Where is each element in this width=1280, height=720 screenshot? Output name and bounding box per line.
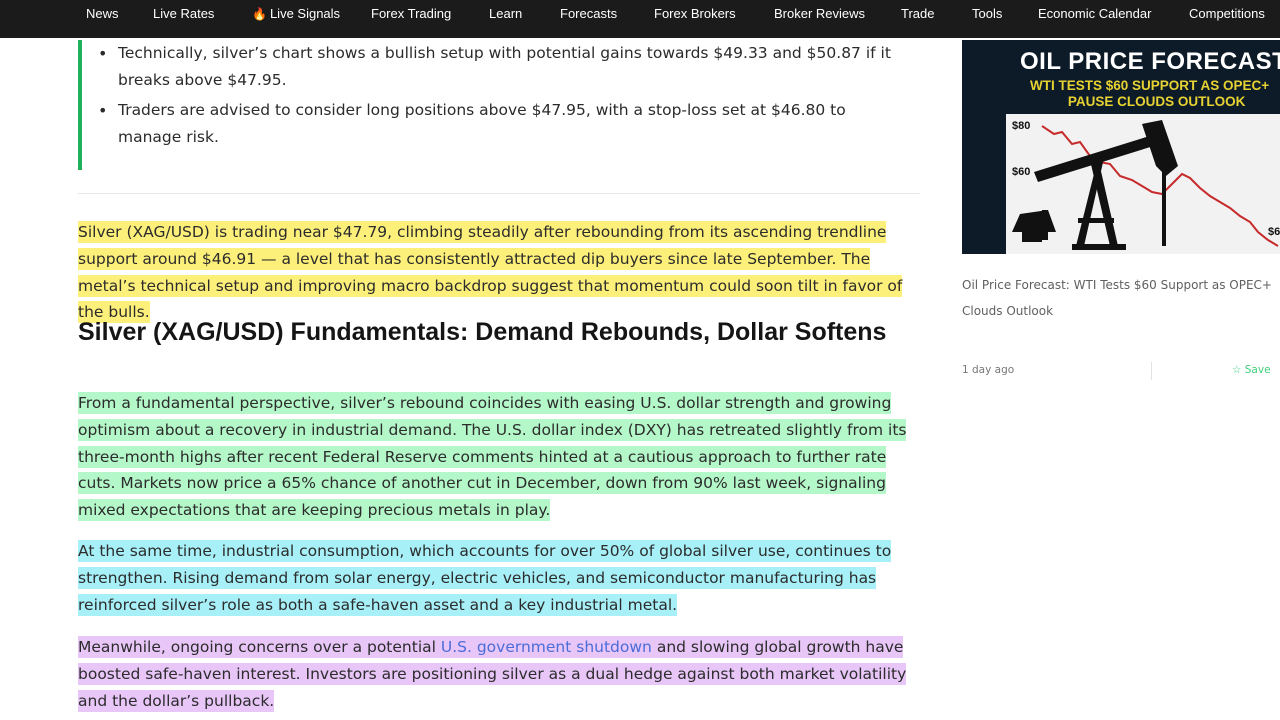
key-takeaways-box: Technically, silver’s chart shows a bull… bbox=[78, 40, 918, 170]
article-intro-paragraph: Silver (XAG/USD) is trading near $47.79,… bbox=[78, 219, 918, 326]
nav-item-forex-brokers[interactable]: Forex Brokers bbox=[654, 0, 736, 28]
nav-item-news[interactable]: News bbox=[86, 0, 119, 28]
takeaway-bullet: Technically, silver’s chart shows a bull… bbox=[96, 40, 906, 94]
oil-chart-image: $80 $60 $6 bbox=[1006, 114, 1280, 254]
paragraph-highlight: At the same time, industrial consumption… bbox=[78, 540, 892, 616]
takeaway-bullet: Traders are advised to consider long pos… bbox=[96, 97, 906, 151]
promo-subtitle-line: PAUSE CLOUDS OUTLOOK bbox=[1067, 94, 1246, 109]
promo-subtitle: WTI TESTS $60 SUPPORT AS OPEC+ PAUSE CLO… bbox=[1030, 78, 1269, 110]
star-icon: ☆ bbox=[1232, 364, 1242, 376]
promo-subtitle-line: WTI TESTS $60 SUPPORT AS OPEC+ bbox=[1030, 78, 1270, 93]
nav-item-live-signals[interactable]: 🔥 Live Signals bbox=[252, 0, 340, 28]
fire-icon: 🔥 bbox=[252, 7, 267, 21]
related-article-meta: 1 day ago ☆ Save bbox=[962, 362, 1280, 382]
paragraph-text: Meanwhile, ongoing concerns over a poten… bbox=[78, 638, 441, 656]
nav-item-competitions[interactable]: Competitions bbox=[1189, 0, 1265, 28]
nav-item-broker-reviews[interactable]: Broker Reviews bbox=[774, 0, 865, 28]
paragraph-highlight: From a fundamental perspective, silver’s… bbox=[78, 392, 907, 522]
nav-item-forex-trading[interactable]: Forex Trading bbox=[371, 0, 451, 28]
government-shutdown-link[interactable]: U.S. government shutdown bbox=[441, 638, 652, 656]
nav-item-live-rates[interactable]: Live Rates bbox=[153, 0, 214, 28]
top-nav: News Live Rates 🔥 Live Signals Forex Trad… bbox=[0, 0, 1280, 38]
oil-forecast-thumbnail[interactable]: OIL PRICE FORECAST WTI TESTS $60 SUPPORT… bbox=[962, 40, 1280, 254]
meta-divider bbox=[1151, 362, 1152, 380]
section-divider bbox=[78, 193, 920, 194]
nav-item-economic-calendar[interactable]: Economic Calendar bbox=[1038, 0, 1151, 28]
article-timestamp: 1 day ago bbox=[962, 364, 1015, 376]
nav-item-tools[interactable]: Tools bbox=[972, 0, 1002, 28]
nav-item-label: Live Signals bbox=[269, 6, 341, 21]
nav-item-forecasts[interactable]: Forecasts bbox=[560, 0, 617, 28]
section-heading: Silver (XAG/USD) Fundamentals: Demand Re… bbox=[78, 318, 887, 346]
industrial-demand-paragraph: At the same time, industrial consumption… bbox=[78, 538, 918, 618]
fundamentals-paragraph: From a fundamental perspective, silver’s… bbox=[78, 390, 918, 524]
intro-highlight: Silver (XAG/USD) is trading near $47.79,… bbox=[78, 221, 903, 324]
save-button[interactable]: ☆ Save bbox=[1232, 364, 1271, 376]
nav-item-trade[interactable]: Trade bbox=[901, 0, 934, 28]
paragraph-highlight: Meanwhile, ongoing concerns over a poten… bbox=[78, 636, 907, 712]
safe-haven-paragraph: Meanwhile, ongoing concerns over a poten… bbox=[78, 634, 918, 714]
promo-title: OIL PRICE FORECAST bbox=[1020, 48, 1280, 75]
save-label: Save bbox=[1244, 364, 1271, 376]
oil-pump-icon bbox=[1012, 120, 1279, 250]
related-article-title[interactable]: Oil Price Forecast: WTI Tests $60 Suppor… bbox=[962, 272, 1280, 324]
nav-item-learn[interactable]: Learn bbox=[489, 0, 522, 28]
